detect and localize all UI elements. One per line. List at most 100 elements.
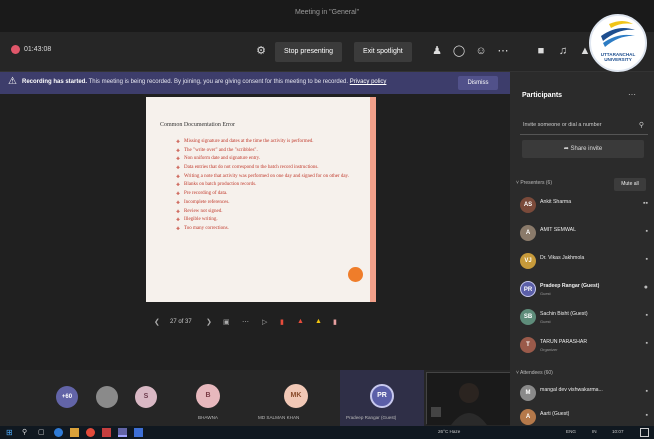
edge-icon[interactable] — [54, 428, 63, 437]
avatar: A — [520, 409, 536, 425]
mic-muted-icon: ▪ — [645, 312, 648, 319]
slide-bullet: The "write over" and the "scribbles". — [176, 148, 364, 154]
recording-indicator-icon — [11, 45, 20, 54]
participant-row[interactable]: VJ Dr. Vikas Jakhmola ▪ — [520, 252, 650, 274]
avatar[interactable] — [96, 386, 118, 408]
slide-bullet: Blanks on batch production records. — [176, 182, 364, 188]
person-video-icon — [427, 373, 511, 425]
mic-muted-icon: ▪ — [645, 256, 648, 263]
avatar: M — [520, 385, 536, 401]
self-video-tile[interactable] — [426, 372, 511, 425]
participant-name: MD SALMAN KHAN — [258, 415, 300, 420]
recording-message-bold: Recording has started. — [22, 79, 88, 85]
participant-name: Ankit Sharma — [540, 199, 572, 205]
mute-all-button[interactable]: Mute all — [614, 178, 646, 191]
privacy-policy-link[interactable]: Privacy policy — [350, 79, 387, 85]
participant-row[interactable]: T TARUN PARASHAR Organizer ▪ — [520, 336, 650, 358]
participant-name: Pradeep Rangar (Guest) — [540, 283, 600, 289]
slide-bullet: Pre recording of data. — [176, 191, 364, 197]
start-icon[interactable]: ⊞ — [6, 428, 15, 437]
powerpoint-icon[interactable] — [102, 428, 111, 437]
reactions-icon[interactable]: ☺ — [474, 44, 488, 58]
avatar[interactable]: B — [196, 384, 220, 408]
participant-row[interactable]: M mangal dev vishwakarma... ▪ — [520, 384, 650, 406]
weather-text[interactable]: 26°C Haze — [438, 429, 460, 434]
search-icon: ⚲ — [638, 122, 644, 129]
shield-icon[interactable]: ⚙ — [254, 44, 268, 58]
slide-bullet: Incomplete references. — [176, 200, 364, 206]
avatar[interactable]: S — [135, 386, 157, 408]
mic-muted-icon: ▪ — [645, 388, 648, 395]
participant-row[interactable]: SB Sachin Bisht (Guest) Guest ▪ — [520, 308, 650, 330]
participant-row[interactable]: A AMIT SEMWAL ▪ — [520, 224, 650, 246]
clock[interactable]: 10:07 — [612, 429, 624, 434]
participant-name: Sachin Bisht (Guest) — [540, 311, 588, 317]
attendees-section-header[interactable]: ˅ Attendees (60) — [516, 370, 553, 376]
pointer-icon[interactable]: ▷ — [262, 318, 267, 326]
panel-more-icon[interactable]: ⋯ — [628, 90, 636, 99]
file-explorer-icon[interactable] — [70, 428, 79, 437]
avatar: VJ — [520, 253, 536, 269]
stop-presenting-button[interactable]: Stop presenting — [275, 42, 343, 62]
slide-navigation: ❮ 27 of 37 ❯ ▣ ⋯ ▷ ▮ ▲ ▲ ▮ — [150, 314, 360, 334]
participants-icon[interactable]: ♟ — [430, 44, 444, 58]
app-icon[interactable] — [134, 428, 143, 437]
region-indicator[interactable]: IN — [592, 429, 597, 434]
mic-on-icon: ● — [643, 284, 648, 291]
invite-input[interactable]: Invite someone or dial a number ⚲ — [520, 117, 648, 135]
avatar: SB — [520, 309, 536, 325]
eraser-icon[interactable]: ▮ — [333, 318, 337, 326]
pen-icon[interactable]: ▲ — [297, 318, 304, 325]
language-indicator[interactable]: ENG — [566, 429, 576, 434]
more-actions-button[interactable]: ⋯ — [496, 44, 510, 58]
exit-spotlight-button[interactable]: Exit spotlight — [354, 42, 412, 62]
participant-role: Guest — [540, 319, 551, 324]
notifications-icon[interactable] — [640, 428, 649, 437]
attendees-label: Attendees (60) — [520, 370, 553, 376]
share-invite-label: Share invite — [570, 146, 603, 152]
laser-pointer-icon[interactable]: ▮ — [280, 318, 284, 326]
avatar: A — [520, 225, 536, 241]
meeting-timer: 01:43:08 — [24, 46, 52, 53]
window-title-bar: Meeting in "General" — [0, 0, 654, 32]
task-view-icon[interactable]: ▢ — [38, 428, 47, 437]
chat-icon[interactable]: ◯ — [452, 44, 466, 58]
mic-icon[interactable]: ♫ — [556, 44, 570, 58]
search-icon[interactable]: ⚲ — [22, 428, 31, 437]
os-taskbar: ⊞ ⚲ ▢ 26°C Haze ENG IN 10:07 — [0, 426, 654, 439]
previous-slide-icon[interactable]: ❮ — [154, 318, 160, 326]
participant-row[interactable]: AS Ankit Sharma ▪▪ — [520, 196, 650, 218]
dismiss-button[interactable]: Dismiss — [458, 76, 498, 90]
camera-icon[interactable]: ■ — [534, 44, 548, 58]
avatar: AS — [520, 197, 536, 213]
slide-bullet: Review not signed. — [176, 209, 364, 215]
next-slide-icon[interactable]: ❯ — [206, 318, 212, 326]
avatar: T — [520, 337, 536, 353]
slide-grid-icon[interactable]: ▣ — [223, 318, 230, 326]
participant-name: mangal dev vishwakarma... — [540, 387, 603, 393]
recording-message-text: This meeting is being recorded. By joini… — [88, 79, 349, 85]
avatar[interactable]: PR — [370, 384, 394, 408]
presenters-section-header[interactable]: ˅ Presenters (6) — [516, 180, 552, 186]
university-logo: UTTARANCHAL UNIVERSITY — [589, 14, 647, 72]
teams-icon[interactable] — [118, 428, 127, 437]
participant-name: Pradeep Rangar (Guest) — [346, 415, 397, 420]
share-invite-button[interactable]: ➦ Share invite — [522, 140, 644, 158]
recording-message: Recording has started. This meeting is b… — [22, 79, 386, 85]
mic-muted-icon: ▪ — [645, 340, 648, 347]
slide-bullet: Data entries that do not correspond to t… — [176, 165, 364, 171]
highlighter-icon[interactable]: ▲ — [315, 318, 322, 325]
slide-bullet-list: Missing signature and dates at the time … — [176, 139, 364, 235]
logo-swoosh-icon — [601, 21, 635, 47]
avatar[interactable]: MK — [284, 384, 308, 408]
slide-bullet: Too many corrections. — [176, 226, 364, 232]
more-slide-options-icon[interactable]: ⋯ — [242, 318, 249, 326]
chrome-icon[interactable] — [86, 428, 95, 437]
presentation-slide: Common Documentation Error Missing signa… — [146, 97, 376, 302]
participant-row[interactable]: PR Pradeep Rangar (Guest) Guest ● — [520, 280, 650, 302]
overflow-participants-button[interactable]: +60 — [56, 386, 78, 408]
logo-text: UTTARANCHAL UNIVERSITY — [600, 52, 636, 63]
presenters-label: Presenters (6) — [520, 180, 552, 186]
mic-muted-icon: ▪ — [645, 412, 648, 419]
window-title: Meeting in "General" — [294, 9, 360, 16]
